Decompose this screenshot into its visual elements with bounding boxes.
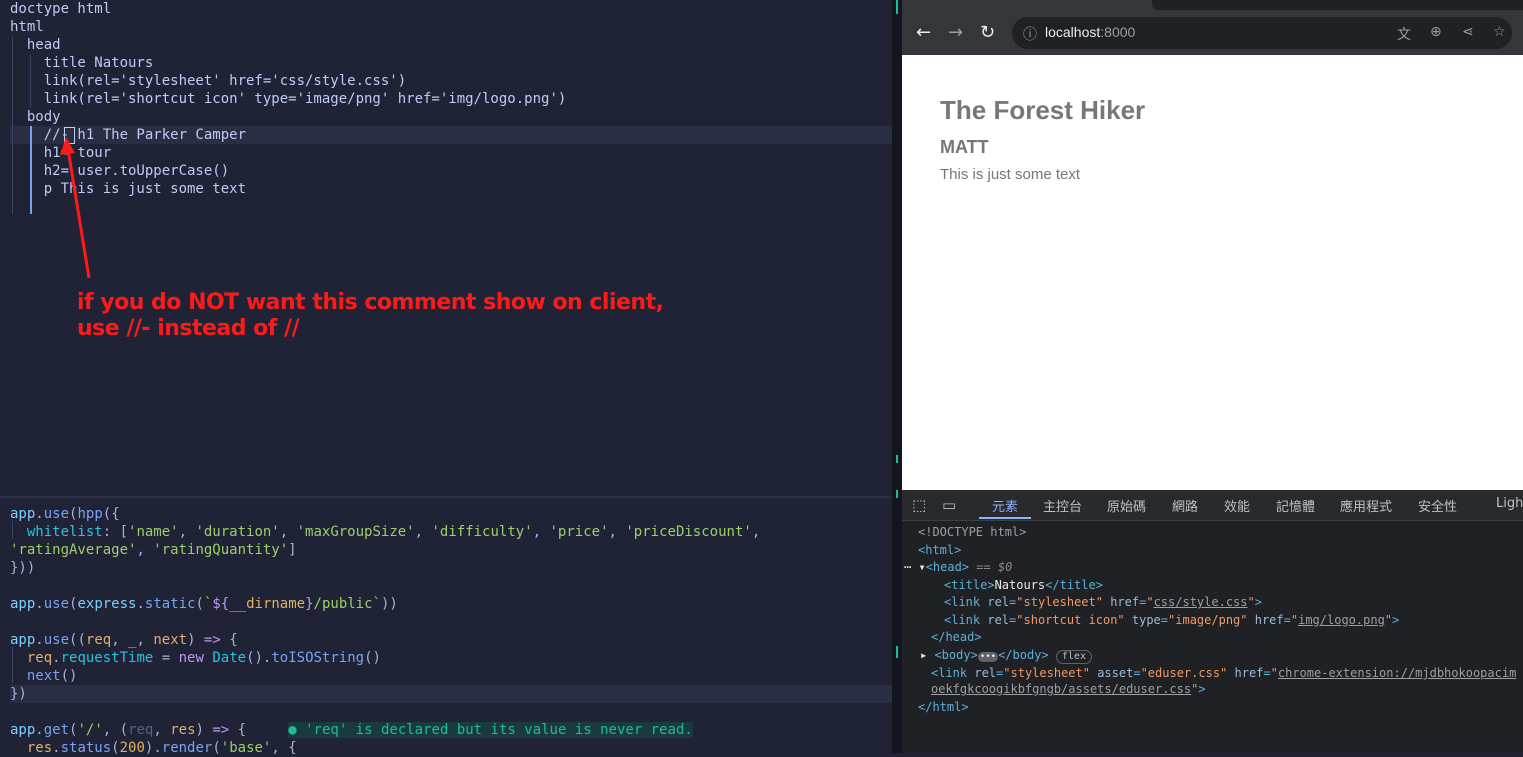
devtools-panel: ⬚ ▭ 元素 主控台 原始碼 網路 效能 記憶體 應用程式 安全性 Ligh <…	[902, 490, 1523, 753]
tab-lighthouse[interactable]: Ligh	[1496, 496, 1523, 511]
code-line-7[interactable]: body	[10, 108, 61, 126]
code-line-requesttime[interactable]: req.requestTime = new Date().toISOString…	[10, 649, 381, 667]
dom-body-row[interactable]: ▸ <body> ••• </body> flex	[920, 647, 1092, 664]
dom-title[interactable]: <title>Natours</title>	[944, 577, 1103, 593]
code-line-6[interactable]: link(rel='shortcut icon' type='image/png…	[10, 90, 567, 108]
ellipsis-icon[interactable]: •••	[977, 652, 999, 662]
dom-body-open: <body>	[934, 648, 978, 662]
code-line-whitelist-cont[interactable]: 'ratingAverage', 'ratingQuantity']	[10, 541, 297, 559]
code-line-close[interactable]: }))	[10, 559, 35, 577]
code-line-8[interactable]: //- h1 The Parker Camper	[10, 126, 246, 144]
inspect-element-icon[interactable]: ⬚	[912, 496, 926, 514]
tab-application[interactable]: 應用程式	[1340, 496, 1392, 515]
code-line-next[interactable]: next()	[10, 667, 78, 685]
page-heading: The Forest Hiker	[940, 95, 1146, 125]
dom-body-close: </body>	[998, 648, 1049, 662]
tab-performance[interactable]: 效能	[1224, 496, 1250, 515]
dom-head-close[interactable]: </head>	[931, 629, 982, 645]
code-line-middleware[interactable]: app.use((req, _, next) => {	[10, 631, 238, 649]
dom-head-row[interactable]: ⋯ ▾<head> == $0	[904, 559, 1012, 575]
divider-marker	[896, 455, 898, 463]
code-line-static[interactable]: app.use(express.static(`${__dirname}/pub…	[10, 595, 398, 613]
code-line-1[interactable]: doctype html	[10, 0, 111, 18]
url-port: :8000	[1100, 24, 1136, 40]
share-icon[interactable]: ⋖	[1462, 24, 1474, 40]
zoom-icon[interactable]: ⊕	[1430, 24, 1442, 40]
back-arrow-icon[interactable]: ←	[916, 22, 931, 44]
dom-doctype[interactable]: <!DOCTYPE html>	[918, 524, 1026, 540]
tab-elements[interactable]: 元素	[992, 496, 1018, 515]
code-line-2[interactable]: html	[10, 18, 44, 36]
divider-marker	[896, 646, 898, 658]
code-line-11[interactable]: p This is just some text	[10, 180, 246, 198]
reload-icon[interactable]: ↻	[980, 22, 995, 44]
annotation-arrow-icon	[60, 137, 91, 279]
devtools-tab-bar: ⬚ ▭ 元素 主控台 原始碼 網路 效能 記憶體 應用程式 安全性 Ligh	[902, 490, 1523, 521]
page-paragraph: This is just some text	[940, 166, 1081, 183]
code-line-whitelist[interactable]: whitelist: ['name', 'duration', 'maxGrou…	[10, 523, 760, 541]
pane-divider[interactable]	[892, 0, 902, 753]
divider-marker	[896, 0, 898, 14]
dom-link-icon[interactable]: <link rel="shortcut icon" type="image/pn…	[944, 612, 1399, 628]
code-line-render[interactable]: res.status(200).render('base', {	[10, 739, 297, 757]
active-tab-indicator	[979, 517, 1031, 519]
collapse-triangle-icon[interactable]: ▾	[911, 560, 925, 574]
tab-console[interactable]: 主控台	[1043, 496, 1082, 515]
annotation-note: if you do NOT want this comment show on …	[77, 290, 664, 342]
dom-html-open[interactable]: <html>	[918, 542, 961, 558]
code-line-10[interactable]: h2= user.toUpperCase()	[10, 162, 229, 180]
address-bar[interactable]: ⓘ localhost:8000 文 ⊕ ⋖ ☆	[1012, 17, 1512, 49]
code-line-get[interactable]: app.get('/', (req, res) => { ● 'req' is …	[10, 721, 693, 739]
code-line-close2[interactable]: })	[10, 685, 27, 703]
pug-editor-pane[interactable]: doctype html html head title Natours lin…	[0, 0, 892, 494]
translate-icon[interactable]: 文	[1397, 24, 1411, 44]
expand-triangle-icon[interactable]: ▸	[920, 648, 934, 662]
flex-badge[interactable]: flex	[1055, 650, 1092, 664]
info-icon[interactable]: ⓘ	[1023, 24, 1037, 44]
tab-strip[interactable]	[1152, 0, 1523, 10]
url-host: localhost	[1045, 24, 1101, 40]
tab-security[interactable]: 安全性	[1418, 496, 1457, 515]
tab-memory[interactable]: 記憶體	[1276, 496, 1315, 515]
forward-arrow-icon[interactable]: →	[948, 22, 963, 44]
bookmark-star-icon[interactable]: ☆	[1493, 24, 1506, 40]
dom-html-close[interactable]: </html>	[918, 699, 969, 715]
js-editor-pane[interactable]: app.use(hpp({ whitelist: ['name', 'durat…	[0, 496, 892, 757]
url-text[interactable]: localhost:8000	[1045, 24, 1135, 40]
unused-variable-diagnostic: ● 'req' is declared but its value is nev…	[288, 722, 693, 738]
device-toolbar-icon[interactable]: ▭	[942, 496, 956, 514]
annotation-line-2: use //- instead of //	[77, 316, 300, 341]
divider-marker	[896, 490, 898, 498]
code-line-4[interactable]: title Natours	[10, 54, 154, 72]
tab-sources[interactable]: 原始碼	[1107, 496, 1146, 515]
rendered-page: The Forest Hiker MATT This is just some …	[902, 55, 1523, 490]
browser-window: ← → ↻ ⓘ localhost:8000 文 ⊕ ⋖ ☆ The Fores…	[902, 0, 1523, 490]
browser-toolbar: ← → ↻ ⓘ localhost:8000 文 ⊕ ⋖ ☆	[902, 0, 1523, 55]
code-line-3[interactable]: head	[10, 36, 61, 54]
dom-link-extension[interactable]: <link rel="stylesheet" asset="eduser.css…	[931, 665, 1516, 681]
code-line-hpp[interactable]: app.use(hpp({	[10, 505, 120, 523]
annotation-line-1: if you do NOT want this comment show on …	[77, 290, 664, 315]
dom-link-extension-cont[interactable]: oekfgkcoogikbfgngb/assets/eduser.css">	[931, 681, 1206, 697]
current-line-highlight	[10, 685, 892, 703]
page-subheading: MATT	[940, 137, 989, 157]
dom-link-stylesheet[interactable]: <link rel="stylesheet" href="css/style.c…	[944, 594, 1262, 610]
code-line-5[interactable]: link(rel='stylesheet' href='css/style.cs…	[10, 72, 406, 90]
tab-network[interactable]: 網路	[1172, 496, 1198, 515]
